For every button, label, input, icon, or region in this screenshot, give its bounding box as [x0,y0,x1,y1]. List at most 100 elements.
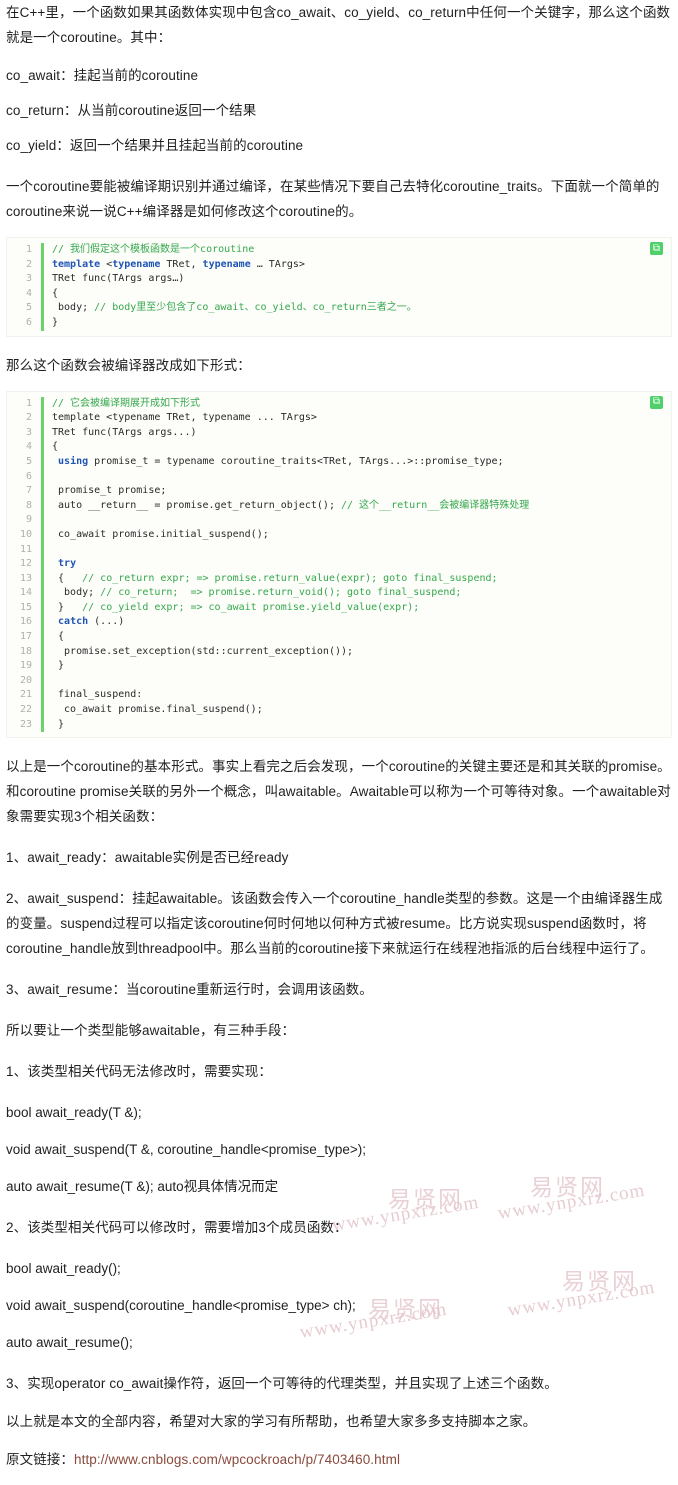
code-lines: 1 // 我们假定这个模板函数是一个coroutine 2 template <typ… [7,243,671,331]
code-plain: auto __return__ = promise.get_return_obj… [52,499,341,511]
code-line: 6} [7,315,671,331]
code-line-text: // 我们假定这个模板函数是一个coroutine [44,243,671,258]
code-line-text: co_await promise.final_suspend(); [44,703,671,718]
code-plain: promise.set_exception(std::current_excep… [52,645,354,657]
way1-title: 1、该类型相关代码无法修改时，需要实现： [6,1064,273,1080]
code-line-text: try [44,557,671,572]
code-line-text: { [44,630,671,645]
line-number: 12 [19,558,32,570]
code-line: 5 using promise_t = typename coroutine_t… [7,454,671,470]
code-line-text [44,543,671,558]
code-line: 2 template <typename TRet, typename … TAr… [7,257,671,273]
code-line-text: body; // co_return; => promise.return_vo… [44,586,671,601]
code-line-text: } [44,316,671,331]
code-line-text [44,513,671,528]
paragraph-three-ways: 所以要让一个类型能够awaitable，有三种手段： [6,1023,296,1039]
line-number: 10 [19,528,32,540]
line-number: 4 [25,441,32,453]
code-line-text: } [44,718,671,733]
code-line: 13 { // co_return expr; => promise.retur… [7,571,671,587]
line-number: 6 [25,316,32,328]
line-number: 1 [25,397,32,409]
line-number: 4 [25,287,32,299]
source-url-link[interactable]: http://www.cnblogs.com/wpcockroach/p/740… [74,1452,400,1467]
line-number: 2 [25,412,32,424]
code-line: 6 [7,469,671,485]
code-plain: template <typename TRet, typename ... TA… [52,412,317,424]
await-item-suspend: 2、await_suspend：挂起awaitable。该函数会传入一个coro… [6,891,663,957]
code-line-text: promise_t promise; [44,484,671,499]
code-block-template-coroutine: ⧉ 1 // 我们假定这个模板函数是一个coroutine 2 template <t… [6,237,672,337]
code-keyword: catch [58,616,89,628]
code-line-text: co_await promise.initial_suspend(); [44,528,671,543]
code-plain: TRet func(TArgs args…) [52,273,185,285]
way2-signature-await-suspend: void await_suspend(coroutine_handle<prom… [6,1298,356,1314]
code-line: 4{ [7,440,671,455]
line-number: 18 [19,645,32,657]
code-plain: final_suspend: [52,689,143,701]
code-line: 22 co_await promise.final_suspend(); [7,703,671,718]
code-keyword: using [58,455,89,467]
code-comment: // co_yield expr; => co_await promise.yi… [82,601,420,613]
code-plain: { [52,631,65,643]
intro-paragraph: 在C++里，一个函数如果其函数体实现中包含co_await、co_yield、c… [6,5,671,45]
line-number: 5 [25,302,32,314]
way1-signature-await-ready: bool await_ready(T &); [6,1105,142,1121]
code-line-text: { [44,440,671,455]
code-comment: // 这个__return__会被编译器特殊处理 [340,499,530,511]
line-number: 9 [25,514,32,526]
line-number: 6 [25,470,32,482]
paragraph-transform: 那么这个函数会被编译器改成如下形式： [6,357,251,373]
copy-code-icon[interactable]: ⧉ [650,395,663,409]
code-plain: } [52,316,59,328]
code-plain: promise_t promise; [52,485,167,497]
code-block-expanded-coroutine: ⧉ 1 // 它会被编译期展开成如下形式 2 template <typename T… [6,390,672,739]
line-number: 22 [19,704,32,716]
keyword-def-co-return: co_return：从当前coroutine返回一个结果 [6,103,257,118]
code-plain: { [52,287,59,299]
way1-signature-await-resume: auto await_resume(T &); auto视具体情况而定 [6,1179,279,1195]
line-number: 1 [25,244,32,255]
code-comment: // body里至少包含了co_await、co_yield、co_return… [94,302,417,314]
paragraph-basic-form: 以上是一个coroutine的基本形式。事实上看完之后会发现，一个corouti… [6,759,671,775]
code-line-text: template <typename TRet, typename … TArg… [44,258,671,273]
code-line: 10 co_await promise.initial_suspend(); [7,527,671,543]
code-line-text: { // co_return expr; => promise.return_v… [44,572,671,587]
code-line-text: TRet func(TArgs args…) [44,272,671,287]
line-number: 7 [25,485,32,497]
await-item-resume: 3、await_resume：当coroutine重新运行时，会调用该函数。 [6,982,373,998]
code-line-text: } [44,659,671,674]
line-number: 2 [25,258,32,270]
line-number: 21 [19,689,32,701]
line-number: 23 [19,718,32,730]
code-line-text [44,470,671,485]
code-line-text [44,674,671,689]
line-number: 19 [19,660,32,672]
code-comment: // co_return; => promise.return_void(); … [100,587,462,599]
code-plain: { [52,441,59,453]
code-keyword: typename [112,258,161,270]
code-comment: // 我们假定这个模板函数是一个coroutine [52,244,255,255]
code-keyword: typename [202,258,251,270]
keyword-def-co-await: co_await：挂起当前的coroutine [6,68,199,83]
code-line-text: catch (...) [44,615,671,630]
code-line: 1 // 它会被编译期展开成如下形式 [7,396,671,412]
code-line: 23 } [7,717,671,733]
code-line: 12 try [7,557,671,572]
source-label: 原文链接： [6,1452,74,1468]
code-line: 2 template <typename TRet, typename ... T… [7,411,671,426]
code-line: 18 promise.set_exception(std::current_ex… [7,644,671,660]
code-comment: // 它会被编译期展开成如下形式 [52,397,201,409]
copy-code-icon[interactable]: ⧉ [650,242,663,255]
source-link-row: 原文链接：http://www.cnblogs.com/wpcockroach/… [6,1447,672,1472]
code-keyword: template [52,258,107,270]
code-plain: } [52,718,65,730]
line-number: 13 [19,572,32,584]
paragraph-awaitable: 和coroutine promise关联的另外一个概念，叫awaitable。A… [6,784,671,825]
code-line: 21 final_suspend: [7,688,671,704]
code-line-text: } // co_yield expr; => co_await promise.… [44,601,671,616]
code-plain: promise_t = typename coroutine_traits<TR… [88,455,504,467]
code-line: 11 [7,542,671,558]
code-line: 7 promise_t promise; [7,484,671,499]
line-number: 3 [25,426,32,438]
